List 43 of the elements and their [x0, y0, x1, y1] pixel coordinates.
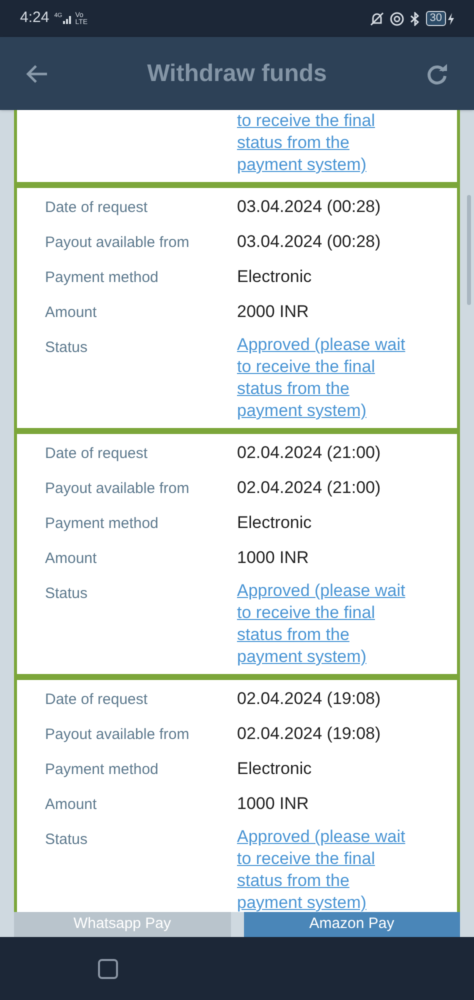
field-value: Electronic — [237, 267, 312, 286]
field-label: Payment method — [45, 269, 158, 286]
payment-tab[interactable]: Amazon Pay — [244, 912, 460, 937]
field-value: Electronic — [237, 513, 312, 532]
status-link[interactable]: Approved (please wait to receive the final status from the payment system) — [237, 334, 457, 422]
field-label: Payment method — [45, 761, 158, 778]
field-label: Payout available from — [45, 480, 190, 497]
field-value: 02.04.2024 (19:08) — [237, 724, 381, 743]
field-label: Status — [45, 339, 88, 356]
field-label: Status — [45, 831, 88, 848]
field-value: 02.04.2024 (19:08) — [237, 689, 381, 708]
field-value: 2000 INR — [237, 302, 309, 321]
clock: 4:24 — [20, 8, 50, 28]
field-label: Payout available from — [45, 234, 190, 251]
charging-icon — [448, 12, 454, 24]
field-value: 03.04.2024 (00:28) — [237, 232, 381, 251]
field-value: 03.04.2024 (00:28) — [237, 197, 381, 216]
field-value: 1000 INR — [237, 794, 309, 813]
field-label: Date of request — [45, 691, 148, 708]
battery-indicator: 30 — [426, 11, 446, 26]
field-label: Amount — [45, 304, 97, 321]
page-title: Withdraw funds — [146, 58, 328, 88]
status-link[interactable]: Approved (please wait to receive the final status from the payment system) — [237, 580, 457, 668]
signal-icon — [63, 14, 74, 24]
back-arrow-icon — [25, 64, 49, 84]
status-link[interactable]: to receive the final status from the payment system) — [237, 110, 457, 176]
field-label: Payout available from — [45, 726, 190, 743]
bluetooth-icon — [410, 12, 420, 26]
field-label: Payment method — [45, 515, 158, 532]
recents-icon — [98, 958, 118, 978]
field-label: Amount — [45, 550, 97, 567]
status-link[interactable]: Approved (please wait to receive the final status from the payment system) — [237, 826, 457, 912]
field-value: 1000 INR — [237, 548, 309, 567]
field-label: Date of request — [45, 445, 148, 462]
field-value: Electronic — [237, 759, 312, 778]
refresh-icon — [425, 62, 449, 86]
field-value: 02.04.2024 (21:00) — [237, 443, 381, 462]
field-label: Date of request — [45, 199, 148, 216]
field-label: Status — [45, 585, 88, 602]
muted-bell-icon — [370, 12, 384, 26]
payment-tab[interactable]: Whatsapp Pay — [14, 912, 230, 937]
field-label: Amount — [45, 796, 97, 813]
field-value: 02.04.2024 (21:00) — [237, 478, 381, 497]
